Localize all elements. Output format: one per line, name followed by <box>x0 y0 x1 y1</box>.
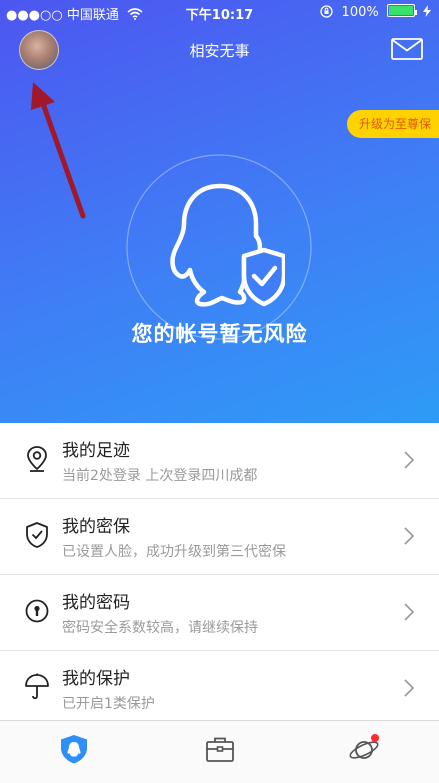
orientation-lock-icon <box>320 5 334 18</box>
penguin-shield-icon <box>170 183 285 307</box>
battery-percent: 100% <box>341 5 379 20</box>
chevron-right-icon <box>404 451 415 469</box>
menu-item-security-question[interactable]: 我的密保 已设置人脸，成功升级到第三代密保 <box>0 499 439 575</box>
tab-bar <box>0 720 439 783</box>
umbrella-icon <box>25 673 49 700</box>
location-pin-icon <box>27 446 47 472</box>
menu-item-subtitle: 当前2处登录 上次登录四川成都 <box>62 468 258 484</box>
charging-icon <box>423 5 431 17</box>
status-bar: ●●●○○ 中国联通 下午10:17 100% <box>0 0 439 24</box>
page-title: 相安无事 <box>189 42 250 60</box>
tab-tools-briefcase-icon[interactable] <box>204 733 236 765</box>
account-status-text: 您的帐号暂无风险 <box>131 322 308 346</box>
annotation-arrow-icon <box>31 82 86 219</box>
shield-check-icon <box>26 522 48 548</box>
battery-icon <box>386 4 415 17</box>
chevron-right-icon <box>404 679 415 697</box>
tab-discover-planet-icon[interactable] <box>348 733 380 765</box>
keyhole-icon <box>25 599 49 623</box>
notification-dot <box>371 734 379 742</box>
upgrade-badge[interactable]: 升级为至尊保 <box>346 110 439 138</box>
menu-item-password[interactable]: 我的密码 密码安全系数较高，请继续保持 <box>0 575 439 651</box>
menu-item-label: 我的足迹 <box>62 441 130 461</box>
chevron-right-icon <box>404 527 415 545</box>
menu-item-subtitle: 已开启1类保护 <box>62 696 155 712</box>
menu-item-label: 我的密保 <box>62 517 130 537</box>
chevron-right-icon <box>404 603 415 621</box>
menu-item-subtitle: 已设置人脸，成功升级到第三代密保 <box>62 544 286 560</box>
menu-item-label: 我的保护 <box>62 669 130 689</box>
hero-panel: ●●●○○ 中国联通 下午10:17 100% 相安无事 升级为至尊保 您的帐号… <box>0 0 439 423</box>
menu-item-protection[interactable]: 我的保护 已开启1类保护 <box>0 651 439 726</box>
tab-security-penguin-shield-icon[interactable] <box>58 733 90 765</box>
mail-icon[interactable] <box>391 38 423 60</box>
menu-list: 我的足迹 当前2处登录 上次登录四川成都 我的密保 已设置人脸，成功升级到第三代… <box>0 423 439 726</box>
menu-item-subtitle: 密码安全系数较高，请继续保持 <box>62 620 258 636</box>
menu-item-label: 我的密码 <box>62 593 130 613</box>
menu-item-footprint[interactable]: 我的足迹 当前2处登录 上次登录四川成都 <box>0 423 439 499</box>
